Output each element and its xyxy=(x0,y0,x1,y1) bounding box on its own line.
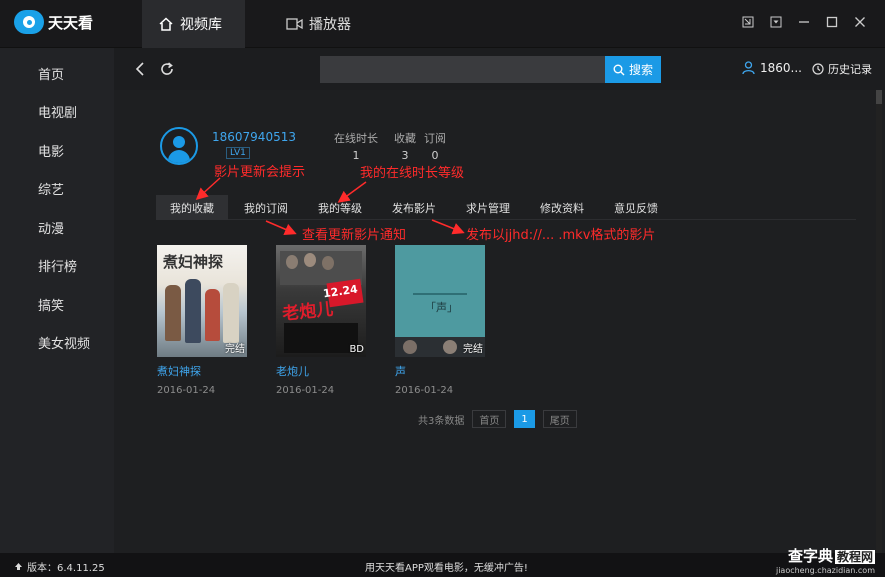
movie-card[interactable]: 12.24 老炮儿 BD 老炮儿 2016-01-24 xyxy=(276,245,366,396)
tab-video-library-label: 视频库 xyxy=(180,17,222,33)
restore-mini-icon[interactable] xyxy=(741,15,755,29)
maximize-icon[interactable] xyxy=(825,15,839,29)
search-button[interactable]: 搜索 xyxy=(605,56,661,83)
user-label: 1860... xyxy=(760,61,802,75)
tab-my-subscriptions[interactable]: 我的订阅 xyxy=(230,195,302,220)
annotation-update-hint: 影片更新会提示 xyxy=(214,165,306,180)
tab-publish-movie[interactable]: 发布影片 xyxy=(378,195,450,220)
poster-title-text: 老炮儿 xyxy=(281,299,335,325)
sidebar-item-ranking[interactable]: 排行榜 xyxy=(0,247,114,286)
upload-arrow-icon xyxy=(15,563,22,570)
annotation-subscribe-hint: 查看更新影片通知 xyxy=(302,228,407,243)
movie-date: 2016-01-24 xyxy=(157,385,216,396)
movie-date: 2016-01-24 xyxy=(276,385,335,396)
sidebar-item-beauty-videos[interactable]: 美女视频 xyxy=(0,324,114,363)
tab-video-library[interactable]: 视频库 xyxy=(142,0,245,49)
stat-subscriptions: 订阅 0 xyxy=(424,130,446,162)
sidebar-item-home[interactable]: 首页 xyxy=(0,54,114,93)
sidebar-item-movies[interactable]: 电影 xyxy=(0,131,114,170)
movie-card[interactable]: 「声」 完结 声 2016-01-24 xyxy=(395,245,485,396)
main-content: 18607940513 LV1 在线时长 1 收藏 3 订阅 0 影片更新会提示… xyxy=(114,90,885,553)
close-icon[interactable] xyxy=(853,15,867,29)
movie-badge: 完结 xyxy=(225,344,245,355)
movie-date: 2016-01-24 xyxy=(395,385,454,396)
last-page-button[interactable]: 尾页 xyxy=(542,410,577,428)
video-camera-icon xyxy=(286,18,303,30)
page-number-button[interactable]: 1 xyxy=(514,410,535,428)
stat-online-time: 在线时长 1 xyxy=(334,130,378,162)
movie-badge: BD xyxy=(349,344,364,355)
refresh-icon[interactable] xyxy=(158,60,176,78)
logo-eye-icon xyxy=(14,10,44,34)
version-info[interactable]: 版本：6.4.11.25 xyxy=(14,559,105,574)
minimize-icon[interactable] xyxy=(797,15,811,29)
stat-favorites: 收藏 3 xyxy=(394,130,416,162)
user-account-button[interactable]: 1860... xyxy=(742,61,802,75)
user-icon xyxy=(742,61,755,75)
watermark: 查字典 教程网 jiaocheng.chazidian.com xyxy=(776,545,875,575)
stat-favorites-label: 收藏 xyxy=(394,132,416,145)
watermark-main: 查字典 xyxy=(787,547,833,565)
annotation-publish-hint: 发布以jjhd://... .mkv格式的影片 xyxy=(466,228,656,243)
search-icon xyxy=(613,64,625,75)
history-label: 历史记录 xyxy=(828,63,872,76)
scrollbar[interactable] xyxy=(876,90,882,553)
profile-username[interactable]: 18607940513 xyxy=(212,130,296,144)
version-text: 版本：6.4.11.25 xyxy=(27,563,105,574)
sidebar-item-variety[interactable]: 综艺 xyxy=(0,170,114,209)
stat-favorites-value: 3 xyxy=(401,149,409,162)
pagination: 共3条数据 首页 1 尾页 xyxy=(418,410,577,428)
movie-poster[interactable]: 12.24 老炮儿 BD xyxy=(276,245,366,357)
app-logo[interactable]: 天天看 xyxy=(14,10,93,34)
movie-title[interactable]: 声 xyxy=(395,363,485,379)
tab-feedback[interactable]: 意见反馈 xyxy=(600,195,672,220)
search-input[interactable] xyxy=(320,56,606,83)
status-bar: 版本：6.4.11.25 用天天看APP观看电影，无缓冲广告! 查字典 教程网 j… xyxy=(0,547,885,577)
clock-icon xyxy=(812,63,824,75)
stat-online-time-value: 1 xyxy=(352,149,360,162)
tab-player-label: 播放器 xyxy=(309,17,351,33)
profile-tabs: 我的收藏 我的订阅 我的等级 发布影片 求片管理 修改资料 意见反馈 xyxy=(156,195,856,220)
stat-subscriptions-value: 0 xyxy=(431,149,439,162)
poster-title-text: 煮妇神探 xyxy=(163,253,224,271)
title-bar: 天天看 视频库 播放器 xyxy=(0,0,885,49)
menu-dropdown-icon[interactable] xyxy=(769,15,783,29)
movie-poster[interactable]: 「声」 完结 xyxy=(395,245,485,357)
avatar[interactable] xyxy=(160,127,198,165)
movie-poster[interactable]: 煮妇神探 完结 xyxy=(157,245,247,357)
movie-badge: 完结 xyxy=(463,344,483,355)
pagination-summary: 共3条数据 xyxy=(418,415,465,427)
profile-level-badge: LV1 xyxy=(226,147,250,159)
back-icon[interactable] xyxy=(132,60,150,78)
poster-title-text: 「声」 xyxy=(425,301,458,314)
app-name: 天天看 xyxy=(48,13,94,32)
watermark-url: jiaocheng.chazidian.com xyxy=(775,566,875,575)
tab-my-level[interactable]: 我的等级 xyxy=(304,195,376,220)
sidebar-item-funny[interactable]: 搞笑 xyxy=(0,285,114,324)
tab-request-management[interactable]: 求片管理 xyxy=(452,195,524,220)
history-button[interactable]: 历史记录 xyxy=(812,61,872,77)
movie-card[interactable]: 煮妇神探 完结 煮妇神探 2016-01-24 xyxy=(157,245,247,396)
tab-player[interactable]: 播放器 xyxy=(270,0,367,48)
movie-title[interactable]: 老炮儿 xyxy=(276,363,366,379)
home-icon xyxy=(159,17,173,31)
movie-title[interactable]: 煮妇神探 xyxy=(157,363,247,379)
sidebar: 首页 电视剧 电影 综艺 动漫 排行榜 搞笑 美女视频 xyxy=(0,48,114,553)
tab-edit-profile[interactable]: 修改资料 xyxy=(526,195,598,220)
sidebar-item-anime[interactable]: 动漫 xyxy=(0,208,114,247)
first-page-button[interactable]: 首页 xyxy=(472,410,507,428)
toolbar: 搜索 1860... 历史记录 xyxy=(114,48,885,90)
search-button-label: 搜索 xyxy=(628,63,653,77)
stat-online-time-label: 在线时长 xyxy=(334,132,378,145)
stat-subscriptions-label: 订阅 xyxy=(424,132,446,145)
sidebar-item-tv[interactable]: 电视剧 xyxy=(0,93,114,132)
ad-banner-text[interactable]: 用天天看APP观看电影，无缓冲广告! xyxy=(365,559,528,574)
watermark-tag: 教程网 xyxy=(834,550,875,564)
tab-my-favorites[interactable]: 我的收藏 xyxy=(156,195,228,220)
annotation-level-hint: 我的在线时长等级 xyxy=(360,166,465,181)
